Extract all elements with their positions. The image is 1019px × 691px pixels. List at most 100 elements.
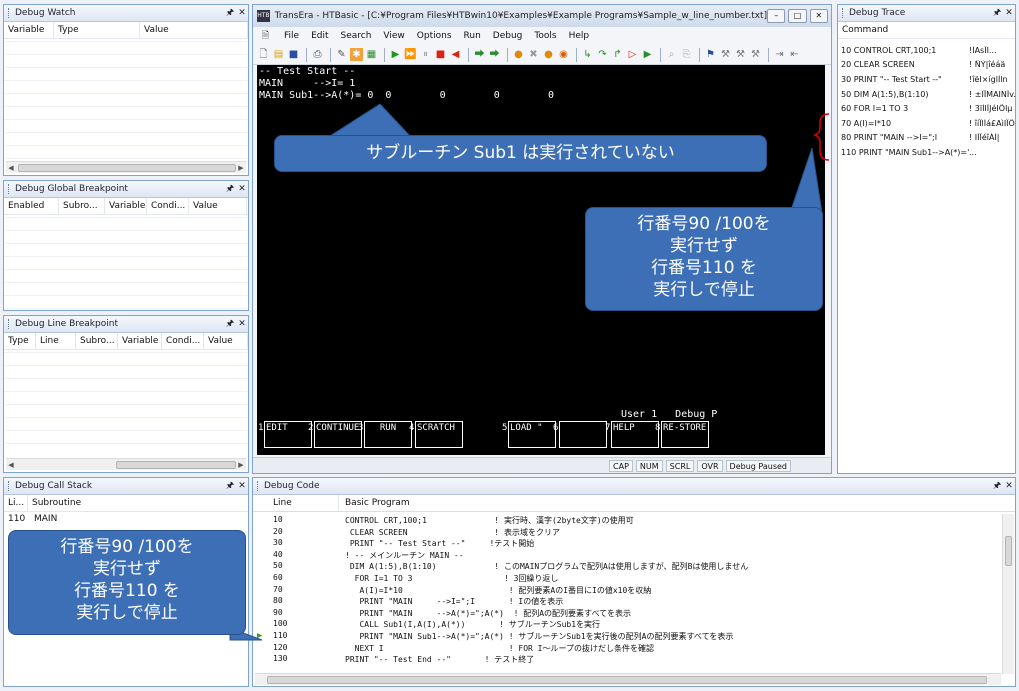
run-screen-icon[interactable]: ▦: [365, 48, 378, 61]
trace-row[interactable]: 20 CLEAR SCREEN ! ÑÝ|îéáä: [838, 58, 1015, 73]
softkey-help[interactable]: HELP: [611, 421, 659, 448]
close-icon[interactable]: ✕: [236, 481, 248, 491]
column-header[interactable]: Type: [4, 333, 36, 349]
menu-file[interactable]: File: [284, 31, 299, 41]
minimize-icon[interactable]: –: [767, 9, 786, 23]
watch-icon[interactable]: ◉: [557, 48, 570, 61]
horizontal-scrollbar[interactable]: ◀ ▶: [6, 458, 246, 470]
step-out-icon[interactable]: ↱: [611, 48, 624, 61]
indent-icon[interactable]: ⇥: [773, 48, 786, 61]
menu-help[interactable]: Help: [569, 31, 590, 41]
trace-row[interactable]: 110 PRINT "MAIN Sub1-->A(*)=";A(*)...: [838, 145, 1015, 160]
trace-row[interactable]: 70 A(I)=I*10 ! îíÏlÌá£AìIÏÕ...: [838, 116, 1015, 131]
open-folder-icon[interactable]: ▤: [272, 48, 285, 61]
scroll-thumb[interactable]: [116, 461, 236, 469]
menu-search[interactable]: Search: [341, 31, 372, 41]
code-row[interactable]: 100 CALL Sub1(I,A(I),A(*)) ! サブルーチンSub1を…: [253, 619, 993, 631]
debug-run-icon[interactable]: ⮕: [473, 48, 486, 61]
trace-row[interactable]: 10 CONTROL CRT,100;1 !ÌAsÎI...: [838, 43, 1015, 58]
stop-icon[interactable]: ■: [434, 48, 447, 61]
debug-call-stack-titlebar[interactable]: Debug Call Stack 🖈 ✕: [4, 478, 248, 495]
reverse-icon[interactable]: ◀: [449, 48, 462, 61]
column-header[interactable]: Variable: [4, 22, 54, 38]
print-icon[interactable]: ⎙: [311, 48, 324, 61]
menu-edit[interactable]: Edit: [311, 31, 328, 41]
column-header[interactable]: Li...: [4, 495, 28, 511]
close-icon[interactable]: ✕: [236, 8, 248, 18]
column-header[interactable]: Basic Program: [339, 495, 639, 511]
code-row[interactable]: 20 CLEAR SCREEN ! 表示域をクリア: [253, 527, 993, 539]
column-header[interactable]: Line: [36, 333, 76, 349]
debug-line-breakpoint-titlebar[interactable]: Debug Line Breakpoint 🖈 ✕: [4, 316, 248, 333]
scroll-left-icon[interactable]: ◀: [6, 459, 16, 471]
grip-icon[interactable]: [8, 319, 11, 329]
code-row[interactable]: 60 FOR I=1 TO 3 ! 3回繰り返し: [253, 573, 993, 585]
close-icon[interactable]: ✕: [236, 184, 248, 194]
column-header[interactable]: Value: [204, 333, 248, 349]
scroll-right-icon[interactable]: ▶: [236, 162, 246, 174]
find-icon[interactable]: ⌕: [665, 48, 678, 61]
scroll-left-icon[interactable]: ◀: [6, 162, 16, 174]
horizontal-scrollbar[interactable]: [255, 673, 1001, 685]
code-row[interactable]: 50 DIM A(1:5),B(1:10) ! このMAINプログラムで配列Aは…: [253, 561, 993, 573]
pin-icon[interactable]: 🖈: [224, 478, 236, 494]
horizontal-scrollbar[interactable]: ◀ ▶: [6, 161, 246, 173]
debug-code-titlebar[interactable]: Debug Code 🖈 ✕: [253, 478, 1015, 495]
code-row[interactable]: 90 PRINT "MAIN -->A(*)=";A(*) ! 配列Aの配列要素…: [253, 608, 993, 620]
grip-icon[interactable]: [257, 481, 260, 491]
grip-icon[interactable]: [8, 184, 11, 194]
code-row[interactable]: 30 PRINT "-- Test Start --" !テスト開始: [253, 538, 993, 550]
column-header[interactable]: Subro...: [76, 333, 118, 349]
softkey-edit[interactable]: EDIT: [264, 421, 312, 448]
step-into-icon[interactable]: ↳: [581, 48, 594, 61]
code-row[interactable]: 40 ! -- メインルーチン MAIN --: [253, 550, 993, 562]
column-header[interactable]: Value: [189, 198, 247, 214]
next-bookmark-icon[interactable]: ⚒: [719, 48, 732, 61]
column-header[interactable]: Value: [140, 22, 248, 38]
toggle-breakpoint-icon[interactable]: ●: [542, 48, 555, 61]
close-icon[interactable]: ✕: [1003, 8, 1015, 18]
scroll-thumb[interactable]: [267, 676, 987, 684]
code-row[interactable]: ▶ 110 PRINT "MAIN Sub1-->A(*)=";A(*) ! サブ…: [253, 631, 993, 643]
pin-icon[interactable]: 🖈: [224, 316, 236, 332]
breakpoint-icon[interactable]: ●: [512, 48, 525, 61]
grip-icon[interactable]: [842, 8, 845, 18]
pin-icon[interactable]: 🖈: [224, 181, 236, 197]
column-header[interactable]: Subroutine: [28, 495, 108, 511]
debug-global-breakpoint-titlebar[interactable]: Debug Global Breakpoint 🖈 ✕: [4, 181, 248, 198]
grip-icon[interactable]: [8, 8, 11, 18]
pin-icon[interactable]: 🖈: [991, 5, 1003, 21]
column-header[interactable]: Condi...: [147, 198, 189, 214]
softkey-load[interactable]: LOAD ": [508, 421, 556, 448]
column-header[interactable]: Command: [838, 22, 1015, 38]
clear-bookmark-icon[interactable]: ⚒: [749, 48, 762, 61]
trace-row[interactable]: 50 DIM A(1:5),B(1:10) ! ±ÎÏMAINÎv...: [838, 87, 1015, 102]
close-icon[interactable]: ✕: [236, 319, 248, 329]
outdent-icon[interactable]: ⇤: [788, 48, 801, 61]
edit-icon[interactable]: ✎: [335, 48, 348, 61]
new-file-icon[interactable]: 🗋: [257, 48, 270, 61]
close-icon[interactable]: ✕: [1003, 481, 1015, 491]
vertical-scrollbar[interactable]: [1002, 514, 1014, 674]
trace-row[interactable]: 80 PRINT "MAIN -->I=";I ! IÍÏéîÁÌ|: [838, 131, 1015, 146]
replace-icon[interactable]: ⎘: [680, 48, 693, 61]
run-icon[interactable]: ▶: [389, 48, 402, 61]
continue-icon[interactable]: ⏩: [404, 48, 417, 61]
softkey-blank[interactable]: [559, 421, 607, 448]
grip-icon[interactable]: [8, 481, 11, 491]
pin-icon[interactable]: 🖈: [991, 478, 1003, 494]
softkey-restore[interactable]: RE-STORE: [661, 421, 709, 448]
code-row[interactable]: 70 A(I)=I*10 ! 配列要素AのI番目にIの値x10を収納: [253, 585, 993, 597]
clear-breakpoint-icon[interactable]: ✖: [527, 48, 540, 61]
scroll-thumb[interactable]: [1005, 536, 1012, 566]
resume-icon[interactable]: ▶: [641, 48, 654, 61]
column-header[interactable]: Variable: [105, 198, 147, 214]
save-icon[interactable]: ■: [287, 48, 300, 61]
code-row[interactable]: 10 CONTROL CRT,100;1 ! 実行時、漢字(2byte文字)の使用…: [253, 515, 993, 527]
code-row[interactable]: 130 PRINT "-- Test End --" ! テスト終了: [253, 654, 993, 666]
menu-view[interactable]: View: [383, 31, 404, 41]
code-row[interactable]: 120 NEXT I ! FOR I〜ループの抜けだし条件を確認: [253, 643, 993, 655]
debug-trace-titlebar[interactable]: Debug Trace 🖈 ✕: [838, 5, 1015, 22]
menu-options[interactable]: Options: [417, 31, 452, 41]
step-over-icon[interactable]: ↷: [596, 48, 609, 61]
